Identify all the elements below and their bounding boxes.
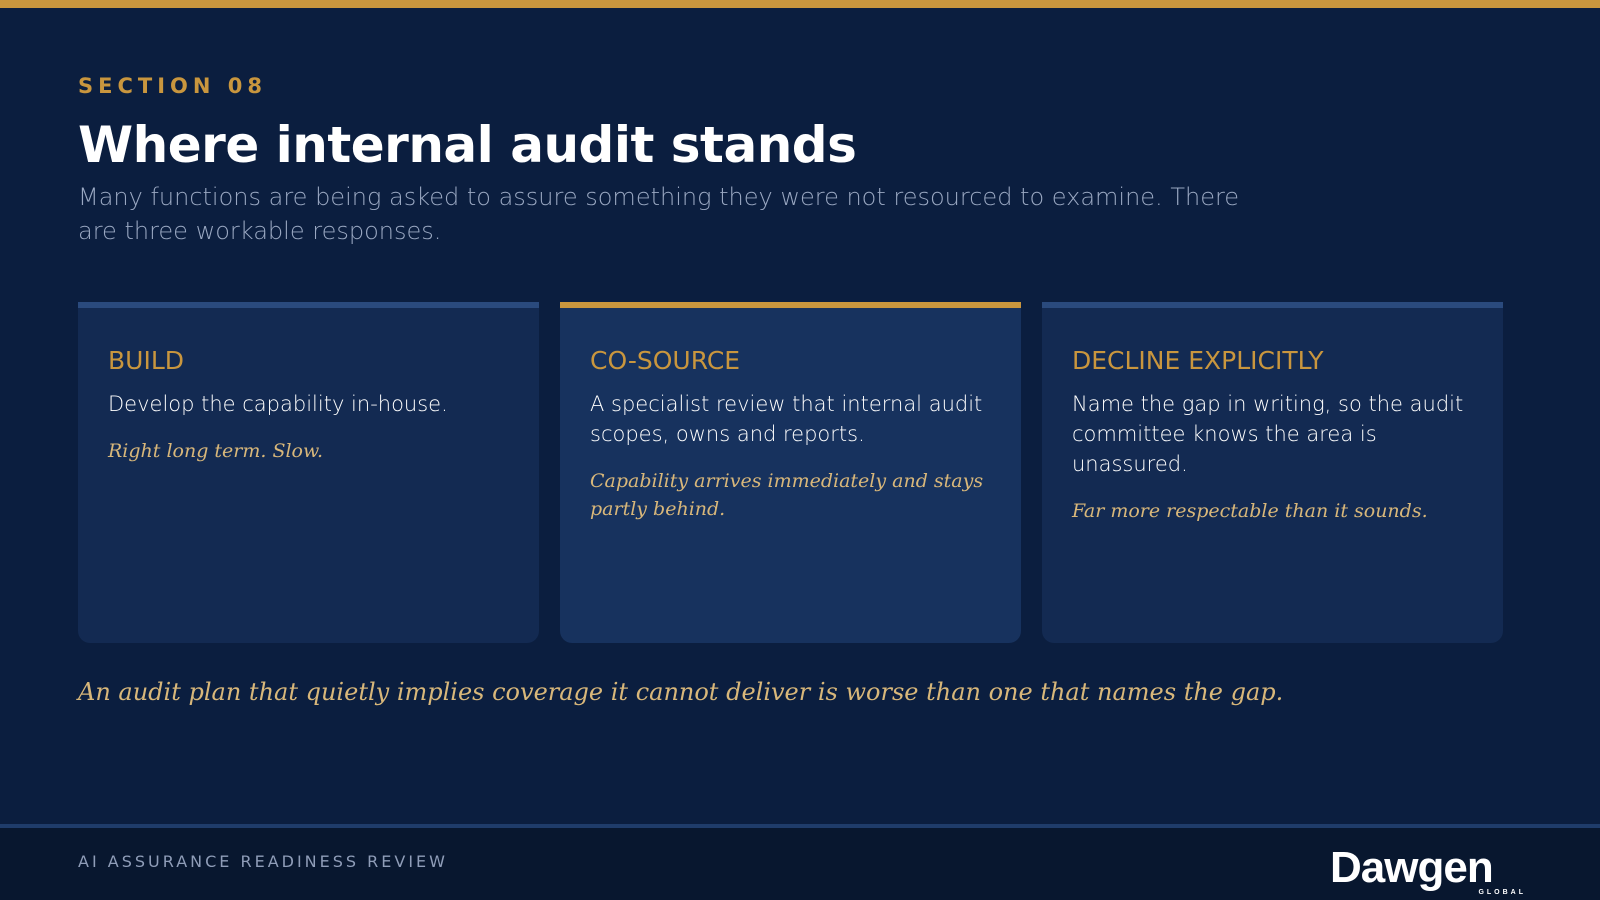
page-subtitle: Many functions are being asked to assure… xyxy=(78,183,1240,245)
page-title: Where internal audit stands xyxy=(78,116,857,174)
card-description: Develop the capability in-house. xyxy=(108,392,448,416)
card-title: CO-SOURCE xyxy=(590,346,741,375)
card-decline-explicitly: DECLINE EXPLICITLY Name the gap in writi… xyxy=(1042,302,1503,643)
card-co-source: CO-SOURCE A specialist review that inter… xyxy=(560,302,1021,643)
logo-wordmark: Dawgen xyxy=(1330,843,1493,892)
card-build: BUILD Develop the capability in-house. R… xyxy=(78,302,539,643)
closing-note: An audit plan that quietly implies cover… xyxy=(78,678,1284,706)
card-description: Name the gap in writing, so the audit co… xyxy=(1072,392,1464,476)
section-label: SECTION 08 xyxy=(78,74,267,98)
dawgen-logo: Dawgen GLOBAL xyxy=(1330,843,1526,896)
footer: AI ASSURANCE READINESS REVIEW Dawgen GLO… xyxy=(0,828,1600,900)
card-title: BUILD xyxy=(108,346,185,375)
card-note: Right long term. Slow. xyxy=(108,440,324,462)
card-description: A specialist review that internal audit … xyxy=(590,392,983,446)
top-accent-bar xyxy=(0,0,1600,8)
card-note: Far more respectable than it sounds. xyxy=(1072,500,1428,522)
card-note: Capability arrives immediately and stays… xyxy=(590,470,984,520)
slide: SECTION 08 Where internal audit stands M… xyxy=(0,0,1600,900)
logo-subtext: GLOBAL xyxy=(1478,889,1526,896)
card-title: DECLINE EXPLICITLY xyxy=(1072,346,1324,375)
response-cards: BUILD Develop the capability in-house. R… xyxy=(78,302,1503,643)
footer-label: AI ASSURANCE READINESS REVIEW xyxy=(78,852,448,871)
